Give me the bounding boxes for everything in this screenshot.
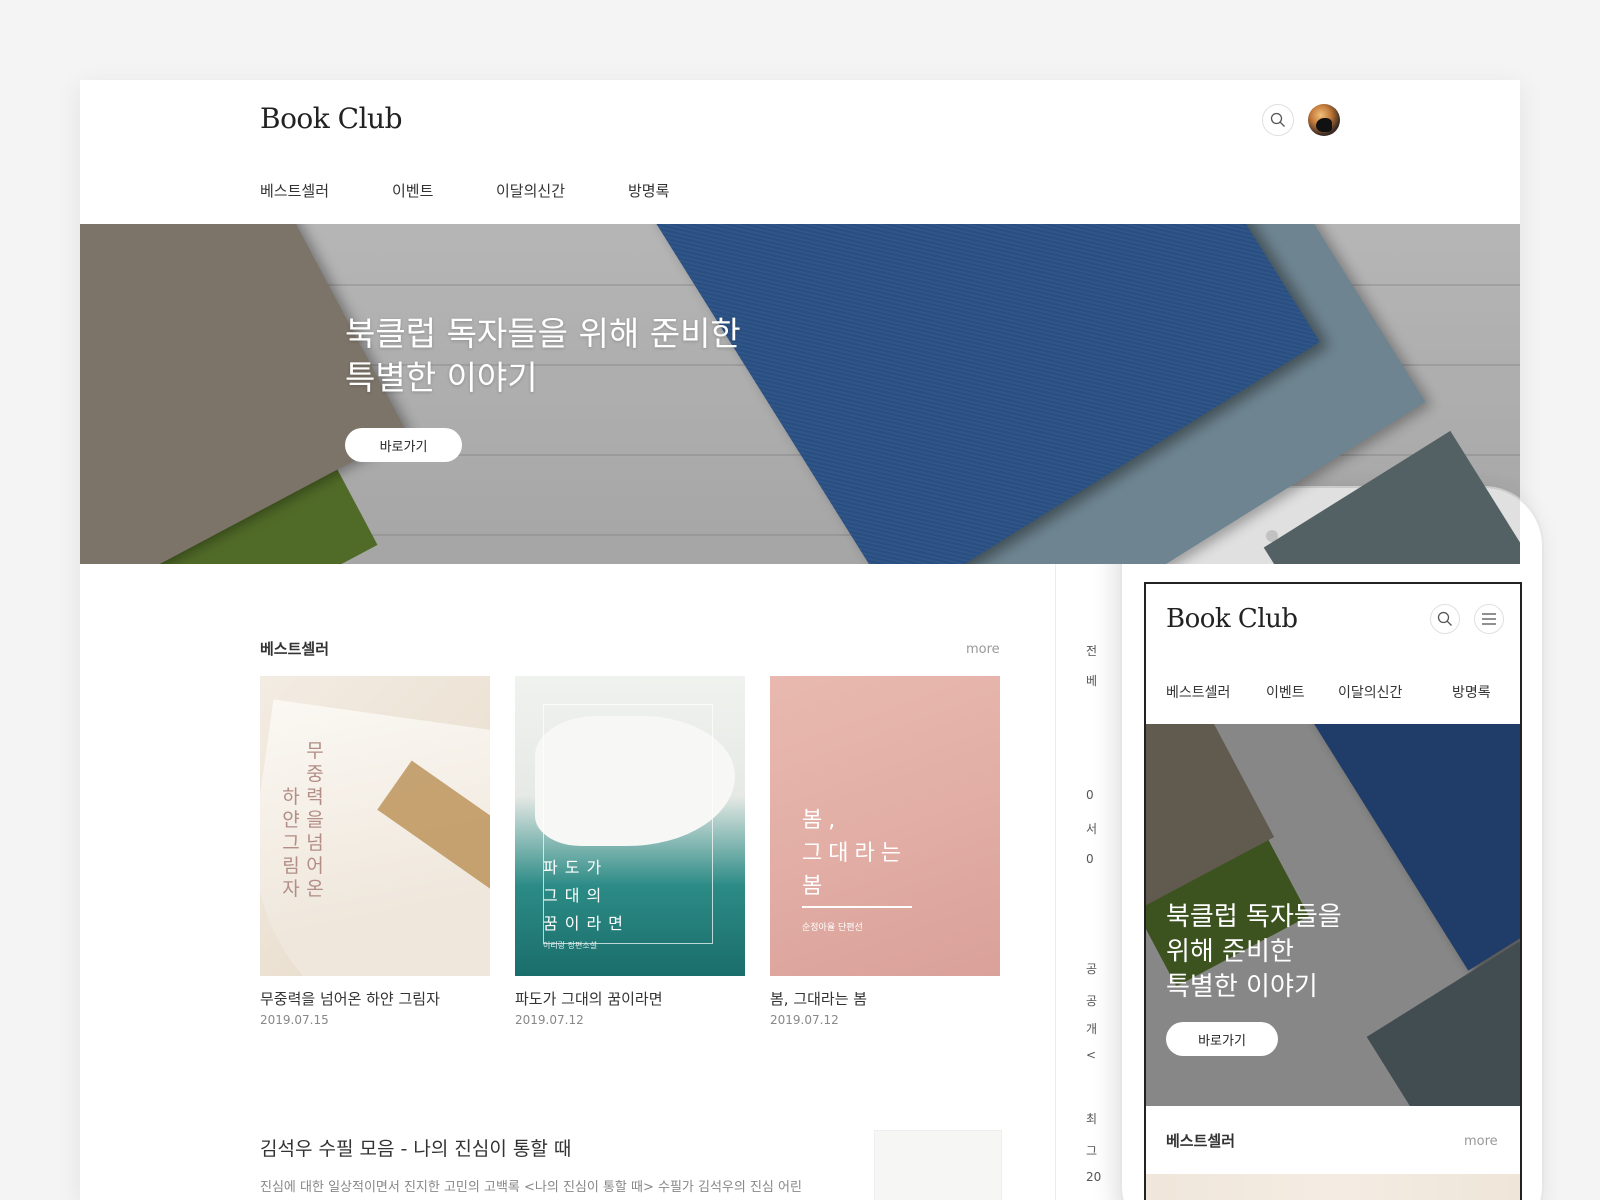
sidebar-fragment: 전 [1086,644,1098,658]
article-description: 진심에 대한 일상적이면서 진지한 고민의 고백록 <나의 진심이 통할 때> … [260,1180,802,1195]
nav-item-event[interactable]: 이벤트 [392,180,496,201]
site-logo[interactable]: Book Club [260,102,403,135]
search-icon [1270,112,1285,127]
article-thumbnail[interactable] [874,1130,1002,1200]
sidebar-fragment: 0 [1086,852,1094,866]
sidebar-fragment: 공 [1086,994,1098,1008]
mobile-nav-item-event[interactable]: 이벤트 [1266,682,1305,702]
mobile-book-card[interactable] [1146,1174,1520,1200]
sidebar-fragment: 서 [1086,822,1098,836]
book-title[interactable]: 봄, 그대라는 봄 [770,988,867,1009]
column-divider [1055,564,1056,1200]
avatar[interactable] [1308,104,1340,136]
bestseller-section-title: 베스트셀러 [260,640,330,658]
cover-vertical-text: 하얀그림자 [282,786,300,900]
book-title[interactable]: 무중력을 넘어온 하얀 그림자 [260,988,440,1009]
mobile-hero-title: 북클럽 독자들을 위해 준비한 특별한 이야기 [1166,902,1342,1002]
sidebar-fragment: 최 [1086,1112,1098,1126]
book-card[interactable]: 무중력을넘어온 하얀그림자 무중력을 넘어온 하얀 그림자 2019.07.15 [260,676,490,1027]
sidebar-fragment: 공 [1086,962,1098,976]
book-card[interactable]: 봄, 그대라는 봄 순정아율 단편선 봄, 그대라는 봄 2019.07.12 [770,676,1000,1027]
sidebar-fragment: 개 [1086,1022,1098,1036]
hero-title: 북클럽 독자들을 위해 준비한 특별한 이야기 [345,314,741,397]
sidebar-fragment: < [1086,1048,1097,1062]
hero-overlay [80,224,1520,564]
sidebar-fragment: 베 [1086,674,1098,688]
phone-mockup: Book Club 베스트셀러 이벤트 이달의신간 방명록 북클럽 독자들을 위… [1120,486,1544,1200]
hero-go-button[interactable]: 바로가기 [345,428,462,462]
mobile-nav-item-new-releases[interactable]: 이달의신간 [1338,682,1402,702]
search-button[interactable] [1262,104,1294,136]
desktop-nav: 베스트셀러 이벤트 이달의신간 방명록 [260,180,708,201]
mobile-hero-banner: 북클럽 독자들을 위해 준비한 특별한 이야기 바로가기 [1146,724,1520,1106]
nav-item-guestbook[interactable]: 방명록 [628,180,708,201]
mobile-hero-go-button[interactable]: 바로가기 [1166,1022,1278,1056]
cover-text: 봄, 그대라는 봄 [802,808,907,899]
cover-text: 파도가 그대의 꿈이라면 [543,858,630,933]
mobile-menu-button[interactable] [1474,604,1504,634]
book-date: 2019.07.12 [515,1013,584,1027]
bestseller-more-link[interactable]: more [966,642,1000,657]
book-cover[interactable]: 무중력을넘어온 하얀그림자 [260,676,490,976]
article-title[interactable]: 김석우 수필 모음 - 나의 진심이 통할 때 [260,1134,571,1161]
search-icon [1437,611,1452,626]
book-date: 2019.07.12 [770,1013,839,1027]
sidebar-fragment: 그 [1086,1144,1098,1158]
mobile-nav-item-bestseller[interactable]: 베스트셀러 [1166,682,1230,702]
mobile-site-logo[interactable]: Book Club [1166,604,1298,634]
sidebar-fragment: 0 [1086,788,1094,802]
cover-line [802,906,912,908]
book-date: 2019.07.15 [260,1013,329,1027]
mobile-bestseller-more-link[interactable]: more [1464,1134,1498,1149]
hamburger-menu-icon [1482,613,1496,625]
book-card[interactable]: 파도가 그대의 꿈이라면 이리랑 장편소설 파도가 그대의 꿈이라면 2019.… [515,676,745,1027]
article-item[interactable]: 김석우 수필 모음 - 나의 진심이 통할 때 진심에 대한 일상적이면서 진지… [260,1134,802,1195]
cover-vertical-text: 무중력을넘어온 [306,740,324,900]
cover-subtitle: 순정아율 단편선 [802,923,863,933]
hero-banner: 북클럽 독자들을 위해 준비한 특별한 이야기 바로가기 [80,224,1520,564]
book-cover[interactable]: 파도가 그대의 꿈이라면 이리랑 장편소설 [515,676,745,976]
mobile-nav-item-guestbook[interactable]: 방명록 [1452,682,1491,702]
mobile-search-button[interactable] [1430,604,1460,634]
book-title[interactable]: 파도가 그대의 꿈이라면 [515,988,663,1009]
nav-item-bestseller[interactable]: 베스트셀러 [260,180,392,201]
mobile-screen: Book Club 베스트셀러 이벤트 이달의신간 방명록 북클럽 독자들을 위… [1144,582,1522,1200]
mobile-bestseller-title: 베스트셀러 [1166,1132,1236,1150]
sidebar-fragment: 20 [1086,1170,1102,1184]
cover-author: 이리랑 장편소설 [543,941,598,950]
book-cover[interactable]: 봄, 그대라는 봄 순정아율 단편선 [770,676,1000,976]
nav-item-new-releases[interactable]: 이달의신간 [496,180,628,201]
desktop-header: Book Club 베스트셀러 이벤트 이달의신간 방명록 [80,80,1520,224]
